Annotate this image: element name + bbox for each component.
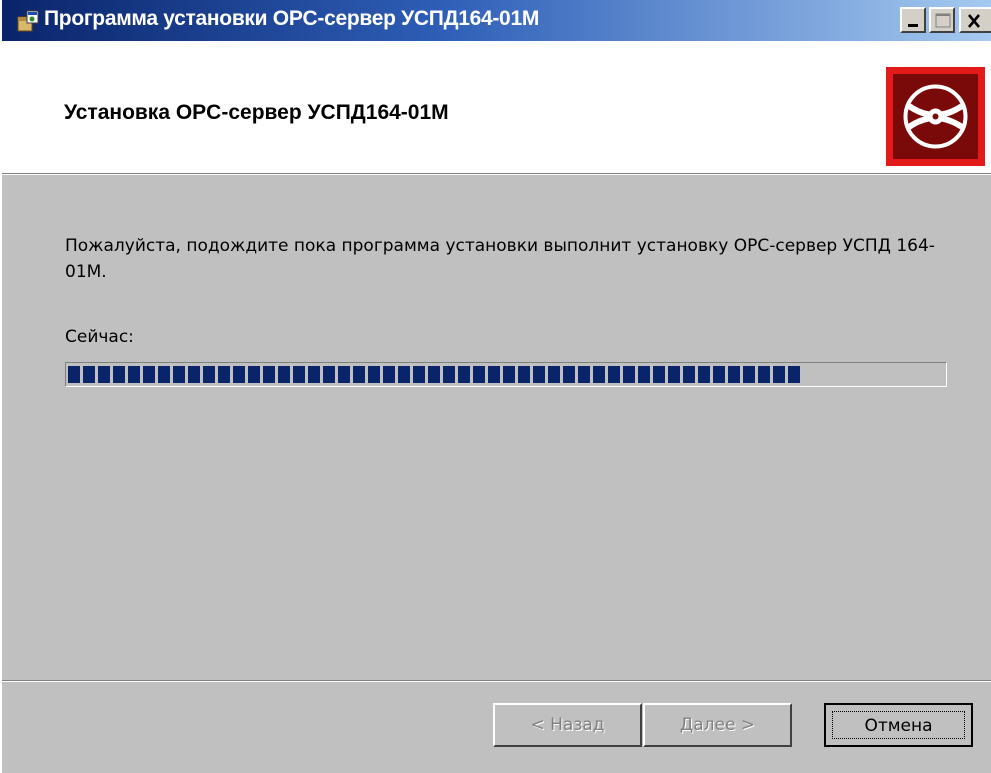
progress-fill [68, 366, 800, 383]
cancel-button[interactable]: Отмена [824, 703, 973, 747]
back-button[interactable]: < Назад [493, 703, 642, 747]
minimize-button[interactable] [900, 7, 926, 33]
cancel-label: Отмена [832, 711, 965, 739]
minimize-icon [908, 24, 918, 27]
logo-panel [893, 74, 978, 159]
title-bar[interactable]: Программа установки OPC-сервер УСПД164-0… [2, 0, 991, 41]
maximize-button[interactable] [929, 7, 955, 33]
header-separator [2, 173, 991, 175]
footer-separator [2, 680, 991, 682]
page-title: Установка OPC-сервер УСПД164-01М [64, 101, 449, 124]
installer-package-icon [16, 9, 40, 33]
current-action-label: Сейчас: [65, 327, 134, 347]
close-button[interactable] [959, 7, 991, 33]
install-disc-icon [903, 84, 968, 149]
installer-window: Программа установки OPC-сервер УСПД164-0… [0, 0, 991, 773]
next-button[interactable]: Далее > [643, 703, 792, 747]
progress-track [68, 366, 944, 383]
window-title: Программа установки OPC-сервер УСПД164-0… [44, 7, 540, 30]
close-icon [968, 14, 980, 28]
header-banner: Установка OPC-сервер УСПД164-01М [2, 41, 991, 173]
setup-logo [886, 67, 985, 166]
maximize-icon [935, 13, 951, 28]
wait-message: Пожалуйста, подождите пока программа уст… [65, 236, 935, 282]
install-progress-bar [65, 362, 947, 387]
